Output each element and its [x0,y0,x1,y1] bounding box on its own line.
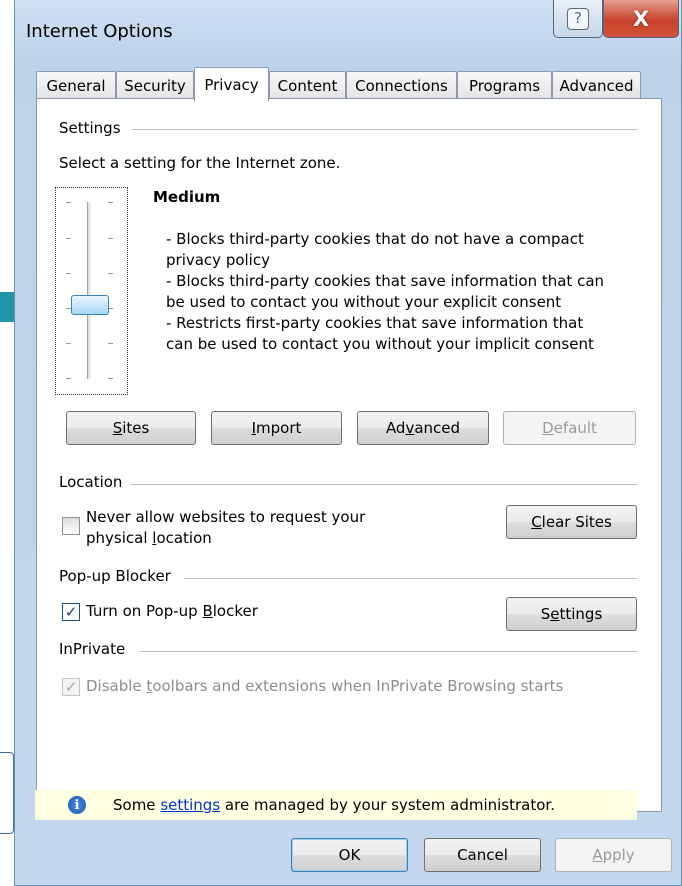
import-label-post: mport [256,419,302,437]
location-line2-pre: physical [86,529,153,547]
description-line: - Blocks third-party cookies that save i… [166,272,605,290]
close-icon: X [632,6,650,31]
advanced-button[interactable]: Ad v anced [357,411,489,445]
location-divider [130,484,637,485]
info-icon: i [68,796,86,814]
location-line2-post: ocation [156,529,212,547]
help-icon: ? [567,7,589,30]
disable-toolbars-post: oolbars and extensions when InPrivate Br… [152,677,564,695]
privacy-panel [36,98,662,812]
settings-link[interactable]: settings [160,796,220,814]
clear-sites-key: C [531,513,542,531]
apply-label-key: A [592,846,603,864]
inprivate-group-label: InPrivate [59,640,134,658]
default-label-post: efault [553,419,597,437]
disable-toolbars-label: Disable toolbars and extensions when InP… [86,675,563,697]
apply-label-post: pply [602,846,635,864]
popup-divider [184,578,637,579]
help-button[interactable]: ? [553,0,603,38]
tab-programs[interactable]: Programs [457,71,552,100]
never-allow-location-line2: physical location [86,527,212,549]
info-text-pre: Some [113,796,161,814]
description-line: be used to contact you without your expl… [166,293,562,311]
slider-thumb[interactable] [71,295,109,315]
title-bar: Internet Options ? X [15,0,681,58]
ok-button[interactable]: OK [291,838,408,872]
tab-security[interactable]: Security [116,71,194,100]
slider-tick [66,202,71,203]
tab-connections[interactable]: Connections [346,71,457,100]
never-allow-location-line1: Never allow websites to request your [86,508,366,526]
description-line: can be used to contact you without your … [166,335,594,353]
disable-toolbars-checkbox[interactable]: ✓ [62,678,80,696]
tab-privacy[interactable]: Privacy [194,67,269,101]
clear-sites-button[interactable]: Clear Sites [506,505,637,539]
privacy-level-slider[interactable] [55,187,128,395]
import-button[interactable]: Import [211,411,342,445]
sites-button[interactable]: Sites [66,411,196,445]
settings-group-label: Settings [59,119,129,137]
advanced-label-key: v [405,419,415,437]
popup-label-pre: Turn on Pop-up [86,602,203,620]
info-text-post: are managed by your system administrator… [220,796,555,814]
slider-tick [66,273,71,274]
never-allow-location-checkbox[interactable] [62,517,80,535]
clear-sites-post: lear Sites [541,513,612,531]
window-title: Internet Options [26,21,173,42]
popup-blocker-checkbox[interactable]: ✓ [62,603,80,621]
zone-prompt: Select a setting for the Internet zone. [59,154,341,172]
tab-advanced[interactable]: Advanced [552,71,641,100]
inprivate-divider [140,651,637,652]
default-button[interactable]: Default [503,411,636,445]
slider-tick [108,238,113,239]
advanced-label-post: anced [414,419,461,437]
tab-general[interactable]: General [36,71,116,100]
sites-label-post: ites [122,419,150,437]
advanced-label-pre: Ad [385,419,406,437]
description-line: - Blocks third-party cookies that do not… [166,230,584,248]
slider-tick [66,378,71,379]
popup-label-post: locker [212,602,258,620]
description-line: privacy policy [166,251,270,269]
description-line: - Restricts first-party cookies that sav… [166,314,584,332]
info-text: Some settings are managed by your system… [113,796,555,814]
side-callout [0,752,14,834]
slider-tick [108,273,113,274]
slider-tick [108,378,113,379]
slider-tick [108,343,113,344]
close-button[interactable]: X [603,0,679,38]
apply-button[interactable]: Apply [555,838,672,872]
popup-group-label: Pop-up Blocker [59,567,179,585]
popup-settings-post: ttings [559,605,603,623]
slider-tick [66,343,71,344]
popup-settings-key: e [550,605,560,623]
privacy-level-title: Medium [153,188,221,206]
sites-label-key: S [112,419,123,437]
tab-content[interactable]: Content [269,71,346,100]
slider-tick [108,202,113,203]
popup-settings-button[interactable]: Se ttings [506,597,637,631]
admin-info-bar: i Some settings are managed by your syst… [35,790,637,820]
slider-track [87,202,91,379]
slider-tick [66,238,71,239]
disable-toolbars-pre: Disable [86,677,147,695]
default-label-key: D [542,419,554,437]
location-group-label: Location [59,473,131,491]
settings-divider [132,129,637,130]
popup-settings-pre: S [540,605,551,623]
popup-label-key: B [202,602,213,620]
cancel-button[interactable]: Cancel [424,838,541,872]
popup-blocker-label: Turn on Pop-up Blocker [86,600,258,622]
